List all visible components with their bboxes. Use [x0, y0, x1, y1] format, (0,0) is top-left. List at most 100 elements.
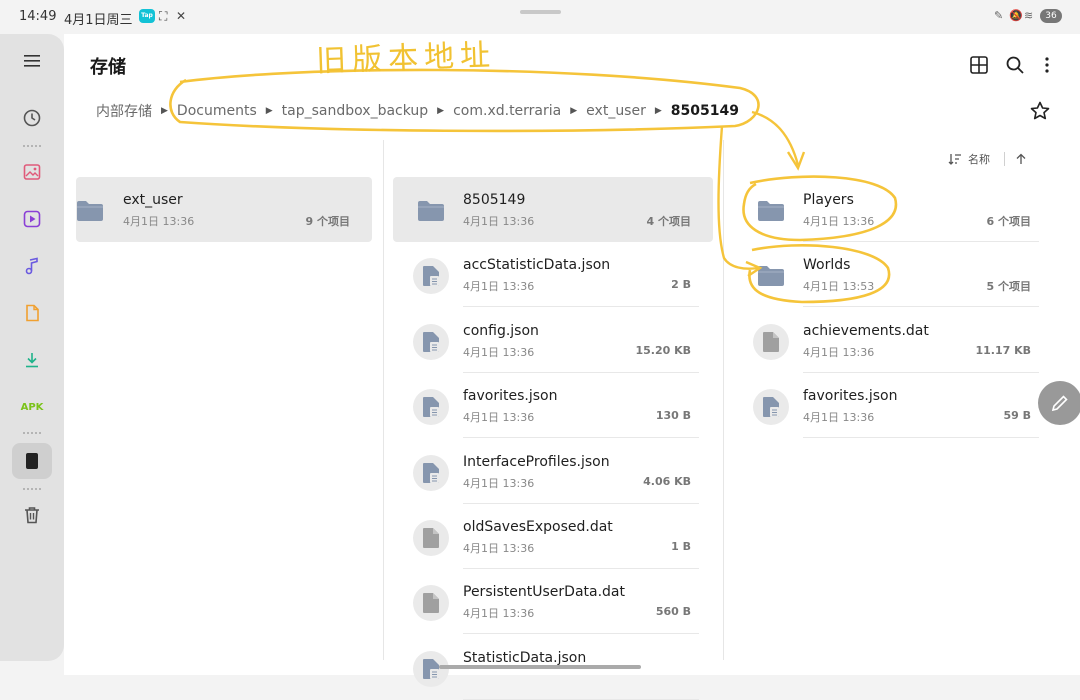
- file-row[interactable]: InterfaceProfiles.json 4月1日 13:36 4.06 KB: [393, 439, 713, 504]
- favorite-button[interactable]: [1027, 98, 1053, 124]
- folder-row[interactable]: Worlds 4月1日 13:53 5 个项目: [733, 242, 1053, 308]
- chevron-right-icon: ▶: [265, 106, 273, 116]
- breadcrumb-item[interactable]: 内部存储: [96, 101, 152, 121]
- sort-icon: [948, 154, 961, 165]
- row-icon: [753, 258, 789, 294]
- item-meta: 11.17 KB: [975, 343, 1031, 357]
- row-icon: [753, 323, 789, 360]
- column-divider: [383, 140, 384, 660]
- chevron-right-icon: ▶: [654, 106, 662, 116]
- item-meta: 4.06 KB: [643, 474, 691, 488]
- music-icon: [25, 257, 38, 275]
- item-date: 4月1日 13:36: [463, 215, 535, 228]
- breadcrumb-item[interactable]: ext_user: [586, 103, 646, 119]
- nav-downloads[interactable]: [12, 342, 52, 378]
- breadcrumb-current[interactable]: 8505149: [671, 103, 739, 119]
- tools-icon: ✕: [176, 9, 187, 23]
- nav-recent[interactable]: [12, 100, 52, 136]
- row-icon: [753, 193, 789, 229]
- item-meta: 9 个项目: [305, 215, 350, 228]
- menu-icon: [24, 55, 40, 67]
- folder-row[interactable]: Players 4月1日 13:36 6 个项目: [733, 177, 1053, 242]
- file-icon: [423, 528, 439, 548]
- rail-divider: [22, 432, 42, 434]
- file-row[interactable]: accStatisticData.json 4月1日 13:36 2 B: [393, 242, 713, 308]
- item-date: 4月1日 13:36: [463, 411, 535, 425]
- folder-icon: [418, 201, 444, 221]
- more-options-button[interactable]: [1034, 52, 1060, 78]
- scrollbar-thumb[interactable]: [439, 665, 641, 669]
- file-row[interactable]: favorites.json 4月1日 13:36 130 B: [393, 373, 713, 439]
- status-bar: 14:49 4月1日周三 Tap ⛶ ✕ ✎ 🔕 ≋ 36: [0, 0, 1080, 34]
- file-row[interactable]: oldSavesExposed.dat 4月1日 13:36 1 B: [393, 504, 713, 569]
- nav-documents[interactable]: [12, 295, 52, 331]
- item-meta: 560 B: [655, 605, 691, 619]
- row-icon: [413, 258, 449, 295]
- file-icon: [423, 593, 439, 614]
- row-icon: [413, 193, 449, 229]
- nav-apk[interactable]: APK: [12, 389, 52, 425]
- folder-icon: [758, 266, 784, 287]
- tap-app-icon: Tap: [139, 9, 155, 23]
- file-row[interactable]: favorites.json 4月1日 13:36 59 B: [733, 373, 1053, 439]
- item-meta: 2 B: [671, 278, 691, 292]
- grid-view-button[interactable]: [966, 52, 992, 78]
- item-name: 8505149: [463, 192, 526, 208]
- folder-icon: [77, 201, 103, 221]
- annotation-text: 旧版本地址: [315, 37, 497, 80]
- sort-label: 名称: [968, 153, 990, 166]
- item-date: 4月1日 13:36: [463, 345, 535, 359]
- nav-images[interactable]: [12, 154, 52, 190]
- item-date: 4月1日 13:36: [803, 345, 875, 359]
- file-row[interactable]: PersistentUserData.dat 4月1日 13:36 560 B: [393, 569, 713, 635]
- more-vert-icon: [1045, 57, 1049, 73]
- nav-internal-storage[interactable]: [12, 443, 52, 479]
- json-file-icon: [423, 462, 439, 483]
- mute-icon: 🔕: [1009, 9, 1023, 22]
- breadcrumb-item[interactable]: Documents: [177, 103, 257, 119]
- item-meta: 6 个项目: [986, 215, 1031, 228]
- search-button[interactable]: [1002, 52, 1028, 78]
- item-name: oldSavesExposed.dat: [463, 519, 613, 535]
- pen-icon: ✎: [994, 9, 1004, 22]
- menu-button[interactable]: [12, 43, 52, 79]
- wifi-icon: ≋: [1024, 9, 1034, 22]
- item-name: InterfaceProfiles.json: [463, 453, 610, 470]
- main-panel: 存储 内部存储 ▶ Documents ▶ tap_sandbox_backup…: [64, 34, 1080, 700]
- item-date: 4月1日 13:36: [463, 280, 535, 294]
- edit-fab[interactable]: [1038, 381, 1080, 425]
- sort-divider: [1004, 152, 1005, 166]
- item-meta: 15.20 KB: [635, 343, 691, 357]
- chevron-right-icon: ▶: [437, 106, 445, 116]
- window-handle[interactable]: [520, 10, 561, 14]
- item-meta: 59 B: [1003, 409, 1031, 423]
- item-name: favorites.json: [803, 388, 898, 405]
- nav-music[interactable]: [12, 248, 52, 284]
- grid-icon: [970, 56, 988, 74]
- sort-control[interactable]: 名称: [948, 151, 1027, 167]
- nav-rail: APK: [0, 34, 64, 661]
- rail-divider: [22, 145, 42, 147]
- item-name: config.json: [463, 322, 539, 339]
- folder-row[interactable]: 8505149 4月1日 13:36 4 个项目: [393, 177, 713, 242]
- breadcrumb-item[interactable]: com.xd.terraria: [453, 103, 561, 119]
- nav-trash[interactable]: [12, 497, 52, 533]
- item-date: 4月1日 13:36: [803, 215, 875, 228]
- status-time: 14:49: [19, 9, 57, 24]
- breadcrumb-item[interactable]: tap_sandbox_backup: [282, 103, 429, 119]
- document-icon: [26, 304, 39, 322]
- battery-icon: 36: [1040, 9, 1062, 23]
- row-icon: [72, 193, 108, 229]
- item-meta: 5 个项目: [986, 280, 1031, 294]
- folder-row[interactable]: ext_user 4月1日 13:36 9 个项目: [76, 177, 372, 242]
- item-date: 4月1日 13:36: [463, 542, 535, 555]
- file-row[interactable]: config.json 4月1日 13:36 15.20 KB: [393, 308, 713, 373]
- nav-videos[interactable]: [12, 201, 52, 237]
- item-meta: 4 个项目: [646, 215, 691, 228]
- folder-icon: [758, 201, 784, 221]
- file-row[interactable]: achievements.dat 4月1日 13:36 11.17 KB: [733, 308, 1053, 373]
- json-file-icon: [423, 266, 439, 287]
- item-date: 4月1日 13:36: [463, 607, 535, 621]
- item-date: 4月1日 13:36: [463, 476, 535, 490]
- arrow-up-icon[interactable]: [1015, 153, 1027, 165]
